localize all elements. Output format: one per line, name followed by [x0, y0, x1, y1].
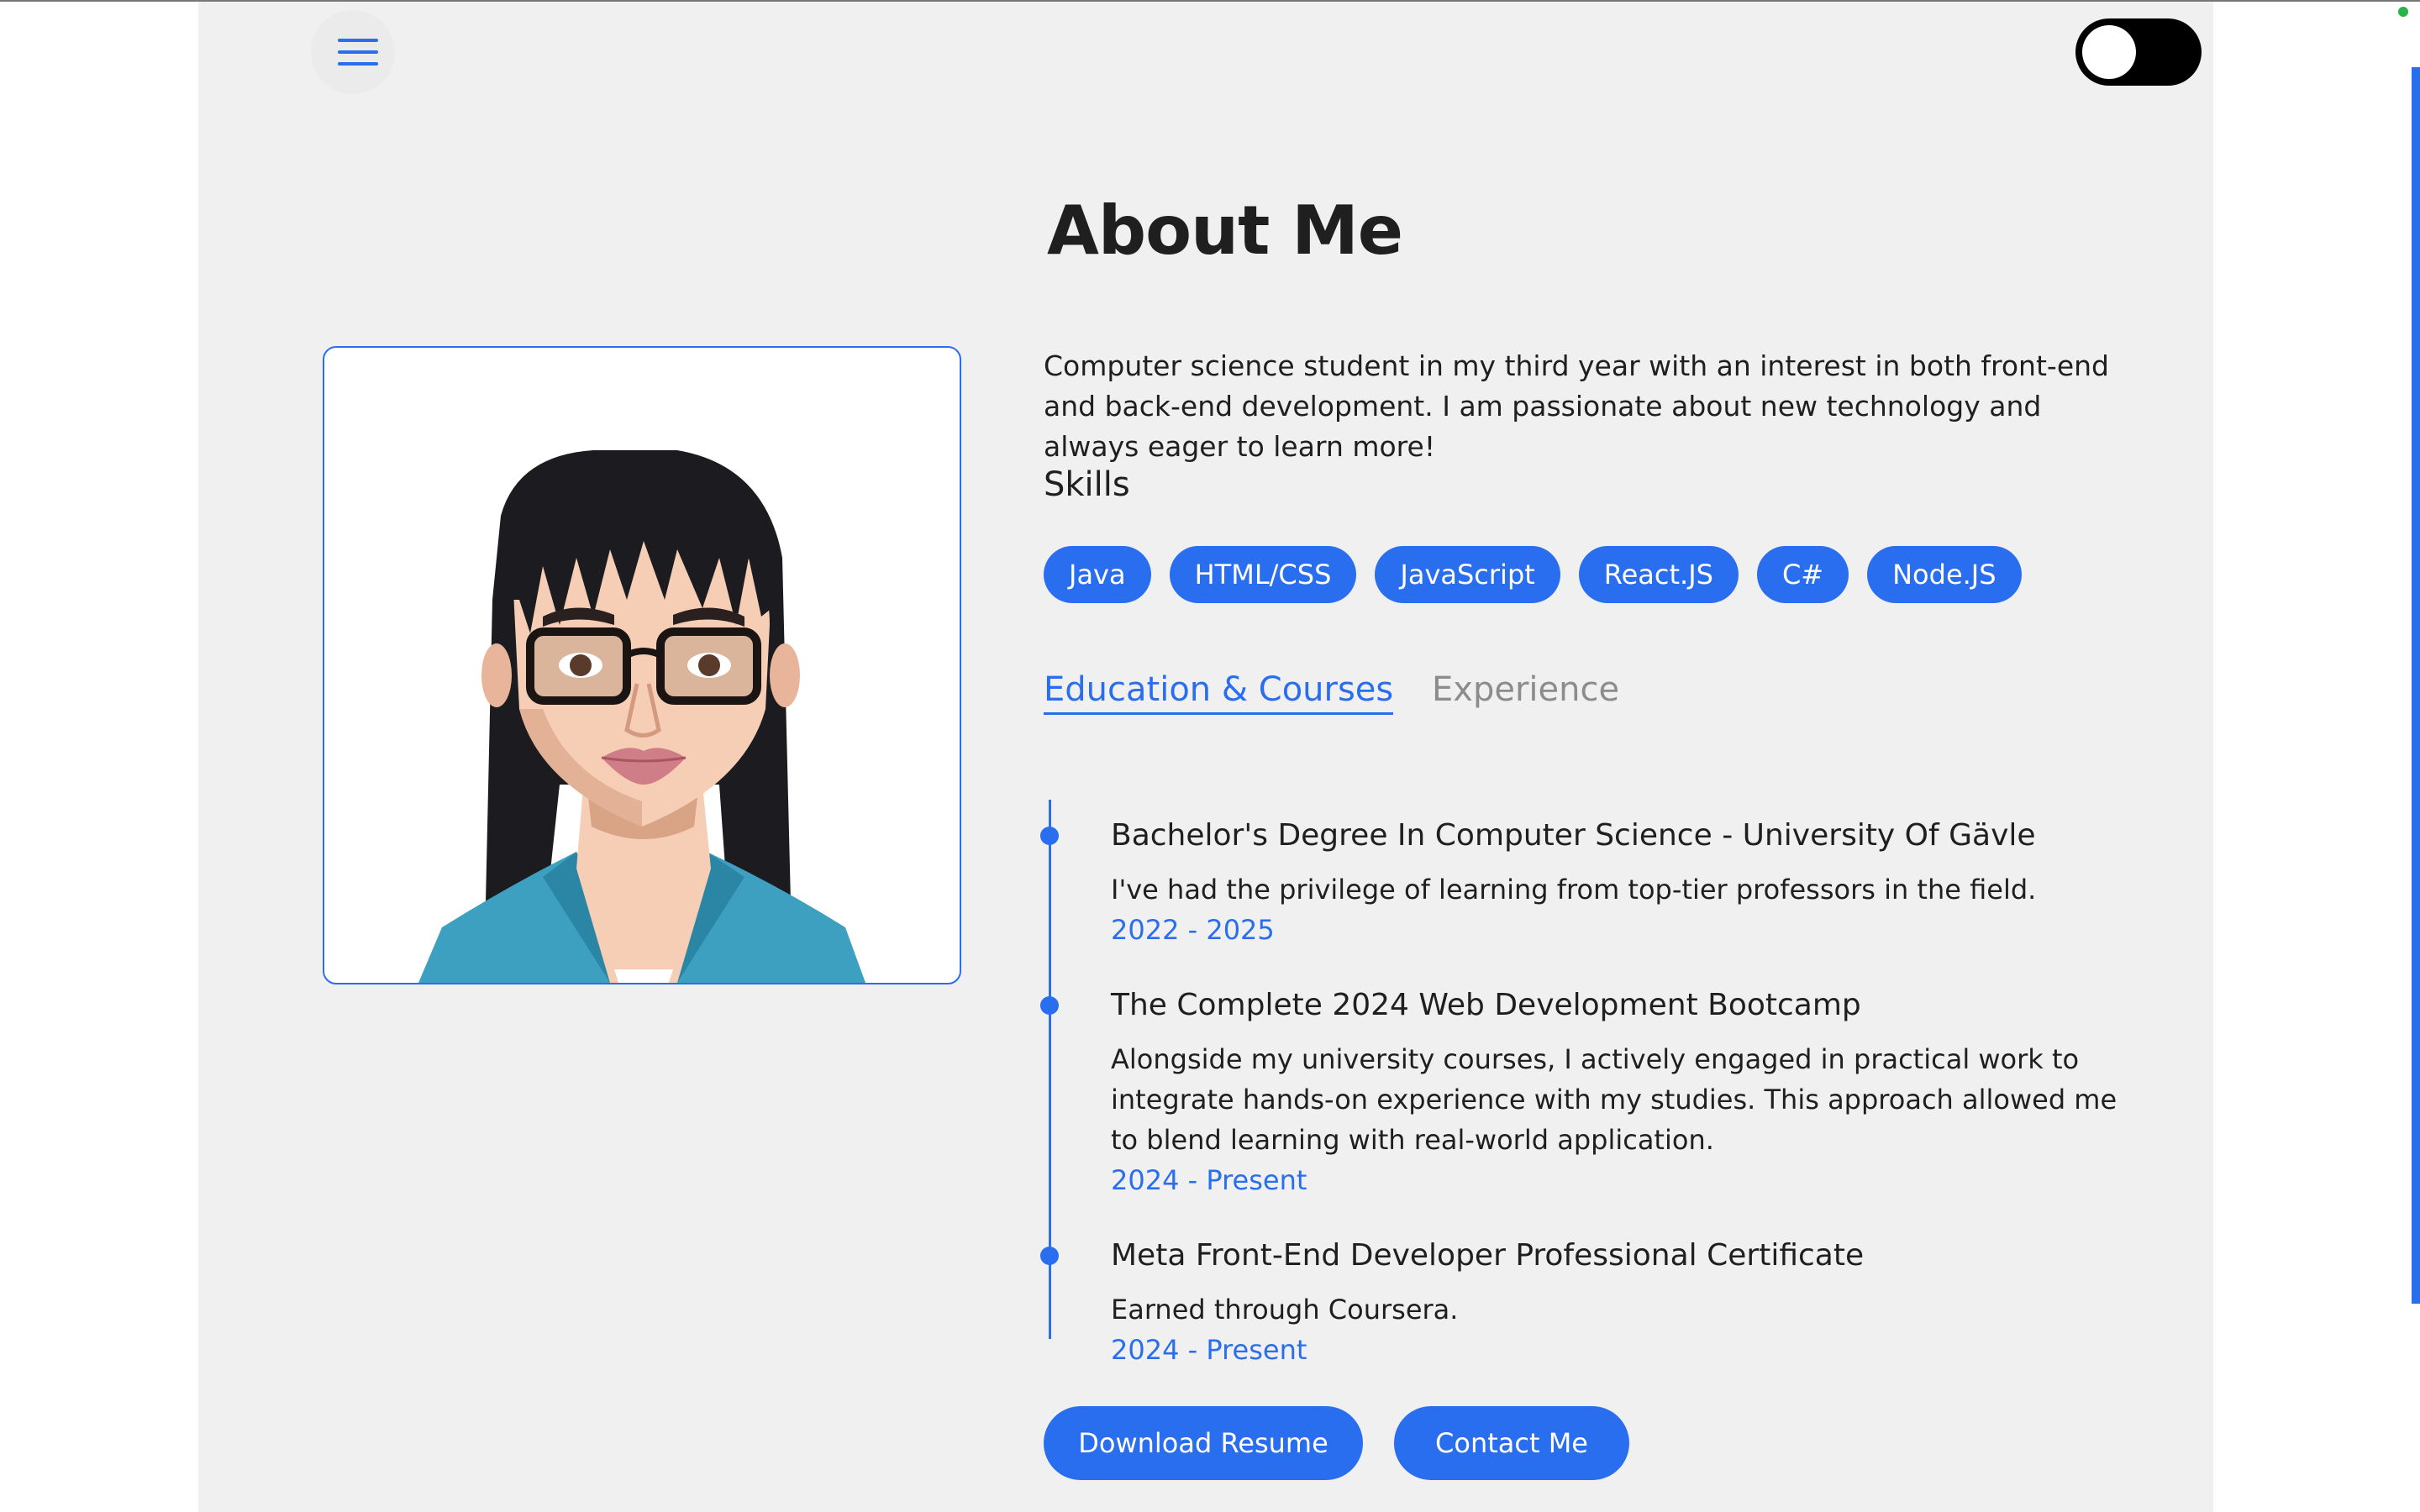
timeline-entry: The Complete 2024 Web Development Bootca…: [1111, 988, 2119, 1200]
skills-heading: Skills: [1044, 465, 1130, 504]
scrollbar[interactable]: [2412, 67, 2420, 1304]
avatar: [418, 450, 865, 983]
skills-list: Java HTML/CSS JavaScript React.JS C# Nod…: [1044, 546, 2022, 603]
skill-chip: Node.JS: [1867, 546, 2022, 603]
tab-experience[interactable]: Experience: [1432, 670, 1619, 709]
timeline-dot: [1040, 996, 1059, 1015]
bio-text: Computer science student in my third yea…: [1044, 349, 2109, 463]
hamburger-menu-icon: [338, 62, 378, 66]
page-title: About Me: [1047, 192, 1403, 270]
entry-title: Bachelor's Degree In Computer Science - …: [1111, 818, 2119, 853]
skill-chip: Java: [1044, 546, 1151, 603]
timeline-dot: [1040, 827, 1059, 845]
entry-title-separator: -: [1712, 818, 1743, 853]
entry-description: Alongside my university courses, I activ…: [1111, 1043, 2118, 1156]
hamburger-menu-icon: [338, 39, 378, 42]
timeline-entry: Meta Front-End Developer Professional Ce…: [1111, 1238, 2119, 1370]
download-resume-button[interactable]: Download Resume: [1044, 1406, 1363, 1480]
entry-description: I've had the privilege of learning from …: [1111, 874, 2037, 906]
entry-institution: University Of Gävle: [1742, 818, 2036, 853]
status-dot: [2398, 7, 2408, 17]
toggle-knob: [2082, 25, 2136, 79]
entry-title: The Complete 2024 Web Development Bootca…: [1111, 988, 1861, 1022]
entry-title: Meta Front-End Developer Professional Ce…: [1111, 1238, 1865, 1273]
timeline-entry: Bachelor's Degree In Computer Science - …: [1111, 818, 2119, 950]
entry-dates: 2024 - Present: [1111, 1164, 1307, 1196]
entry-dates: 2022 - 2025: [1111, 914, 1275, 946]
skill-chip: JavaScript: [1375, 546, 1560, 603]
menu-button[interactable]: [311, 10, 395, 94]
timeline-dot: [1040, 1247, 1059, 1265]
about-section: About Me Computer science student in my …: [198, 2, 2213, 1512]
entry-degree: Bachelor's Degree In Computer Science: [1111, 818, 1712, 853]
hamburger-menu-icon: [338, 50, 378, 54]
skill-chip: HTML/CSS: [1169, 546, 1357, 603]
entry-description: Earned through Coursera.: [1111, 1294, 1459, 1326]
skill-chip: C#: [1756, 546, 1849, 603]
skill-chip: React.JS: [1578, 546, 1739, 603]
entry-dates: 2024 - Present: [1111, 1334, 1307, 1366]
theme-toggle[interactable]: [2075, 18, 2202, 86]
profile-photo: [323, 346, 961, 984]
contact-me-button[interactable]: Contact Me: [1394, 1406, 1629, 1480]
tab-education-courses[interactable]: Education & Courses: [1044, 670, 1394, 715]
